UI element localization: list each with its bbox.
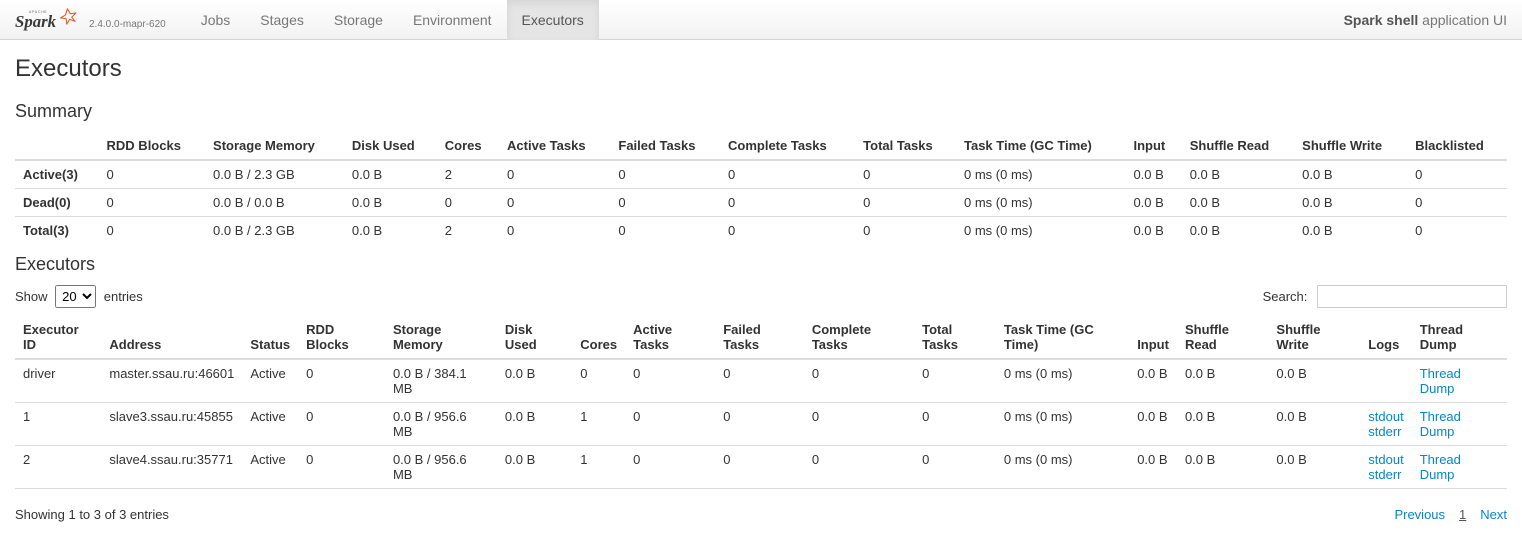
next-button[interactable]: Next xyxy=(1480,507,1507,522)
pagination: Previous 1 Next xyxy=(1394,507,1507,522)
logs-cell xyxy=(1360,359,1411,403)
col-cores[interactable]: Cores xyxy=(572,316,625,359)
entries-info: Showing 1 to 3 of 3 entries xyxy=(15,507,169,522)
col-active-tasks[interactable]: Active Tasks xyxy=(499,132,610,160)
col-shuffle-read[interactable]: Shuffle Read xyxy=(1182,132,1294,160)
page-title: Executors xyxy=(15,55,1507,83)
col-disk-used[interactable]: Disk Used xyxy=(497,316,572,359)
col-executor-id[interactable]: Executor ID xyxy=(15,316,101,359)
svg-text:Spark: Spark xyxy=(15,12,57,31)
logs-cell: stdout stderr xyxy=(1360,403,1411,446)
show-entries: Show 20 entries xyxy=(15,285,143,308)
navbar: APACHE Spark 2.4.0.0-mapr-620 Jobs Stage… xyxy=(0,0,1522,40)
table-controls: Show 20 entries Search: xyxy=(15,285,1507,308)
col-input[interactable]: Input xyxy=(1129,316,1177,359)
tab-executors[interactable]: Executors xyxy=(507,0,599,40)
col-status[interactable]: Status xyxy=(242,316,298,359)
row-label: Active(3) xyxy=(15,160,99,189)
stderr-link[interactable]: stderr xyxy=(1368,467,1403,482)
table-row: driver master.ssau.ru:46601 Active 0 0.0… xyxy=(15,359,1507,403)
col-total-tasks[interactable]: Total Tasks xyxy=(855,132,956,160)
thread-dump-link[interactable]: Thread Dump xyxy=(1420,366,1461,396)
summary-row-active: Active(3) 0 0.0 B / 2.3 GB 0.0 B 2 0 0 0… xyxy=(15,160,1507,189)
col-blacklisted[interactable]: Blacklisted xyxy=(1407,132,1507,160)
col-failed-tasks[interactable]: Failed Tasks xyxy=(610,132,720,160)
main-container: Executors Summary RDD Blocks Storage Mem… xyxy=(0,40,1522,537)
tab-storage[interactable]: Storage xyxy=(319,0,398,40)
stdout-link[interactable]: stdout xyxy=(1368,452,1403,467)
table-footer: Showing 1 to 3 of 3 entries Previous 1 N… xyxy=(15,499,1507,522)
tab-jobs[interactable]: Jobs xyxy=(186,0,246,40)
executors-table: Executor ID Address Status RDD Blocks St… xyxy=(15,316,1507,489)
stdout-link[interactable]: stdout xyxy=(1368,409,1403,424)
table-row: 1 slave3.ssau.ru:45855 Active 0 0.0 B / … xyxy=(15,403,1507,446)
app-ui-label: Spark shell application UI xyxy=(1344,12,1507,28)
col-shuffle-write[interactable]: Shuffle Write xyxy=(1268,316,1360,359)
col-disk-used[interactable]: Disk Used xyxy=(344,132,437,160)
col-complete-tasks[interactable]: Complete Tasks xyxy=(804,316,914,359)
col-shuffle-read[interactable]: Shuffle Read xyxy=(1177,316,1268,359)
col-active-tasks[interactable]: Active Tasks xyxy=(625,316,715,359)
search-box: Search: xyxy=(1263,285,1507,308)
app-name: Spark shell xyxy=(1344,12,1419,28)
executors-title: Executors xyxy=(15,254,1507,275)
thread-dump-link[interactable]: Thread Dump xyxy=(1420,409,1461,439)
logs-cell: stdout stderr xyxy=(1360,446,1411,489)
entries-select[interactable]: 20 xyxy=(55,285,96,308)
col-storage-memory[interactable]: Storage Memory xyxy=(385,316,497,359)
summary-table: RDD Blocks Storage Memory Disk Used Core… xyxy=(15,132,1507,244)
navbar-brand[interactable]: APACHE Spark 2.4.0.0-mapr-620 xyxy=(15,4,166,36)
row-label: Dead(0) xyxy=(15,189,99,217)
col-shuffle-write[interactable]: Shuffle Write xyxy=(1294,132,1407,160)
col-cores[interactable]: Cores xyxy=(437,132,499,160)
col-task-time[interactable]: Task Time (GC Time) xyxy=(996,316,1129,359)
nav-tabs: Jobs Stages Storage Environment Executor… xyxy=(186,0,599,40)
col-thread-dump[interactable]: Thread Dump xyxy=(1412,316,1507,359)
summary-title: Summary xyxy=(15,101,1507,122)
col-total-tasks[interactable]: Total Tasks xyxy=(914,316,996,359)
row-label: Total(3) xyxy=(15,217,99,245)
search-input[interactable] xyxy=(1317,285,1507,308)
exec-header-row: Executor ID Address Status RDD Blocks St… xyxy=(15,316,1507,359)
previous-button[interactable]: Previous xyxy=(1394,507,1445,522)
summary-row-total: Total(3) 0 0.0 B / 2.3 GB 0.0 B 2 0 0 0 … xyxy=(15,217,1507,245)
tab-stages[interactable]: Stages xyxy=(245,0,319,40)
spark-logo-icon: APACHE Spark xyxy=(15,4,85,36)
col-input[interactable]: Input xyxy=(1125,132,1181,160)
search-label: Search: xyxy=(1263,289,1308,304)
col-storage-memory[interactable]: Storage Memory xyxy=(205,132,344,160)
summary-row-dead: Dead(0) 0 0.0 B / 0.0 B 0.0 B 0 0 0 0 0 … xyxy=(15,189,1507,217)
version-label: 2.4.0.0-mapr-620 xyxy=(89,19,166,30)
col-address[interactable]: Address xyxy=(101,316,242,359)
tab-environment[interactable]: Environment xyxy=(398,0,507,40)
summary-header-row: RDD Blocks Storage Memory Disk Used Core… xyxy=(15,132,1507,160)
thread-dump-link[interactable]: Thread Dump xyxy=(1420,452,1461,482)
col-rdd-blocks[interactable]: RDD Blocks xyxy=(298,316,385,359)
page-number[interactable]: 1 xyxy=(1459,507,1466,522)
col-logs[interactable]: Logs xyxy=(1360,316,1411,359)
stderr-link[interactable]: stderr xyxy=(1368,424,1403,439)
col-task-time[interactable]: Task Time (GC Time) xyxy=(956,132,1125,160)
col-rdd-blocks[interactable]: RDD Blocks xyxy=(99,132,206,160)
col-complete-tasks[interactable]: Complete Tasks xyxy=(720,132,855,160)
col-failed-tasks[interactable]: Failed Tasks xyxy=(715,316,804,359)
table-row: 2 slave4.ssau.ru:35771 Active 0 0.0 B / … xyxy=(15,446,1507,489)
